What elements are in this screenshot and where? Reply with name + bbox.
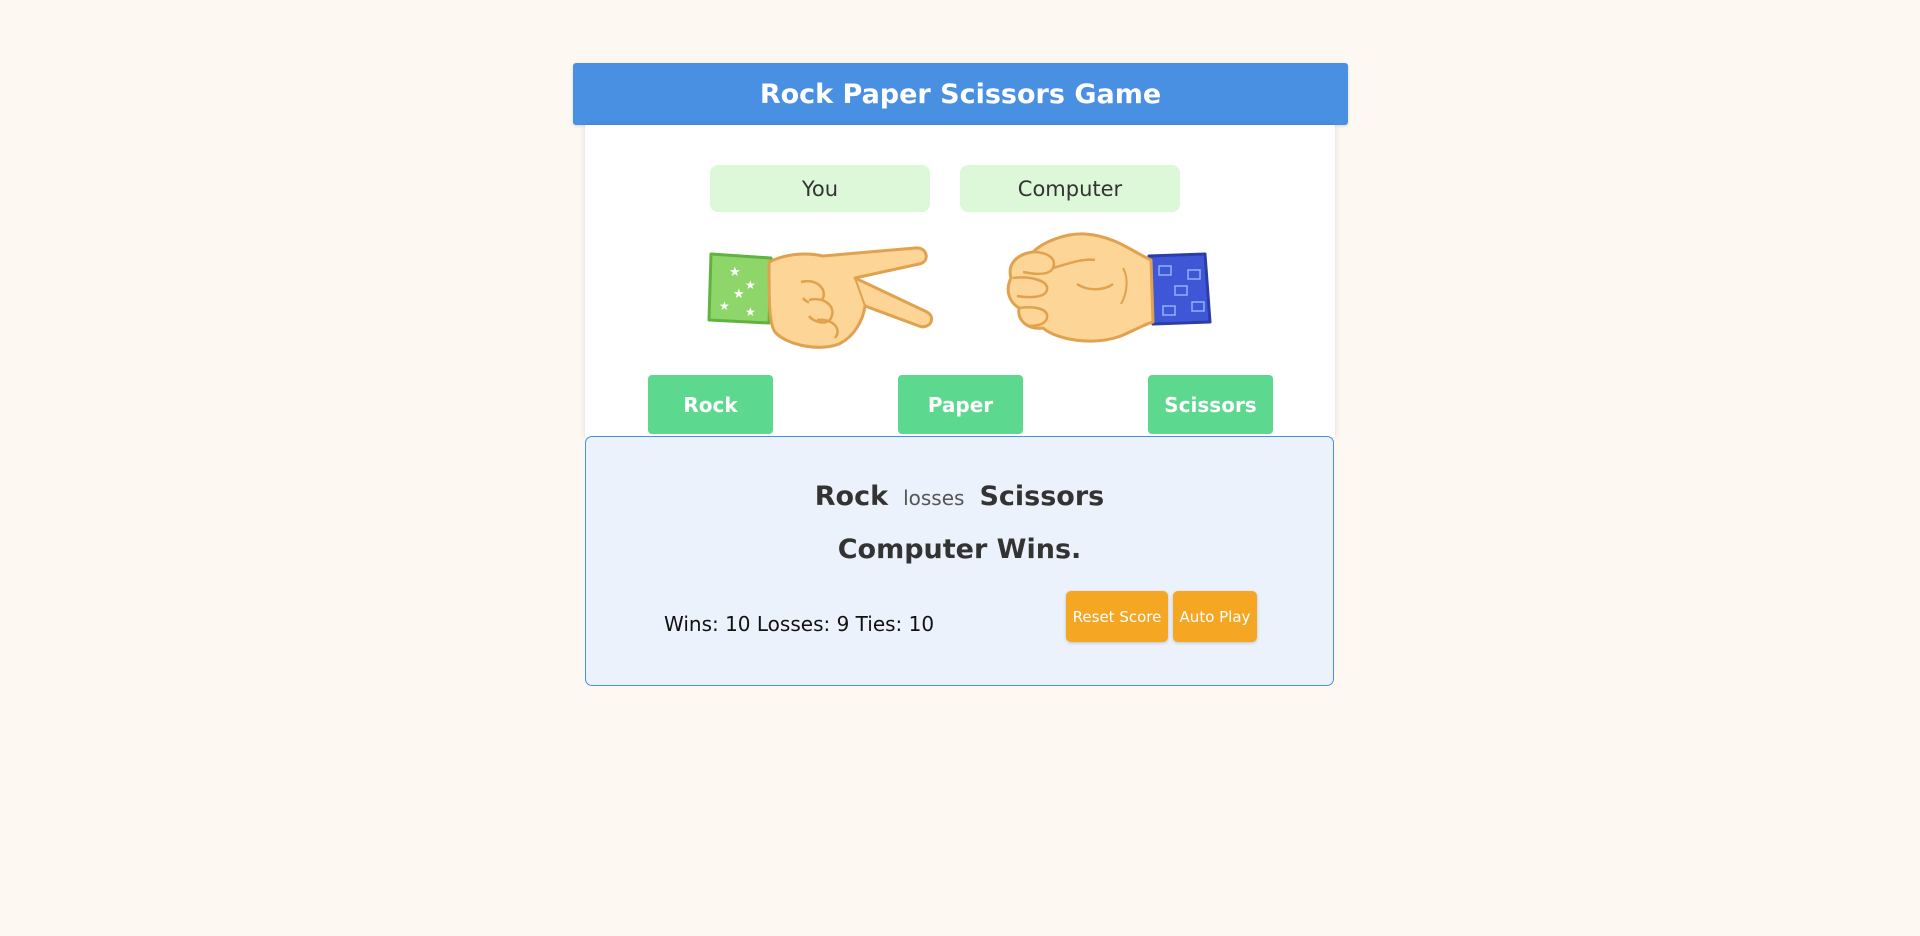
player-label-computer: Computer — [960, 165, 1180, 212]
player-label-you: You — [710, 165, 930, 212]
svg-text:★: ★ — [745, 305, 756, 319]
moves-summary: Rock losses Scissors — [586, 481, 1333, 512]
result-verb: losses — [903, 486, 965, 510]
computer-move: Scissors — [979, 481, 1105, 512]
rock-button[interactable]: Rock — [648, 375, 773, 434]
auto-play-button[interactable]: Auto Play — [1173, 591, 1257, 642]
scissors-hand-icon: ★ ★ ★ ★ ★ — [707, 246, 933, 349]
scissors-button[interactable]: Scissors — [1148, 375, 1273, 434]
svg-text:★: ★ — [733, 287, 745, 302]
svg-text:★: ★ — [719, 299, 730, 313]
reset-score-button[interactable]: Reset Score — [1066, 591, 1168, 642]
svg-text:★: ★ — [729, 265, 741, 280]
fist-hand-icon — [1006, 232, 1212, 343]
score-text: Wins: 10 Losses: 9 Ties: 10 — [664, 612, 935, 636]
paper-button[interactable]: Paper — [898, 375, 1023, 434]
game-title: Rock Paper Scissors Game — [573, 63, 1348, 125]
outcome-text: Computer Wins. — [837, 534, 1082, 565]
result-panel: Rock losses Scissors Computer Wins. Wins… — [585, 436, 1334, 686]
svg-text:★: ★ — [745, 278, 756, 292]
player-move: Rock — [814, 481, 889, 512]
